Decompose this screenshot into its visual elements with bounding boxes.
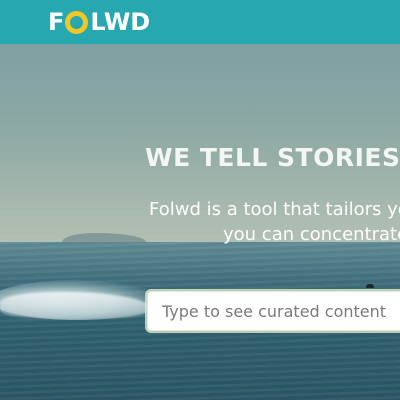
logo-letters-end: LWD	[90, 8, 151, 36]
surfer-silhouette	[366, 284, 374, 288]
hero-subtitle-line-1: Folwd is a tool that tailors yo	[149, 199, 400, 220]
search-input[interactable]	[147, 291, 400, 331]
top-navbar: F LWD	[0, 0, 400, 44]
folwd-logo[interactable]: F LWD	[48, 8, 150, 36]
hero-subtitle-line-2: you can concentrate	[223, 224, 400, 245]
hero-title: WE TELL STORIES S	[145, 143, 400, 172]
logo-letters-start: F	[48, 8, 65, 36]
landing-page: F LWD WE TELL STORIES S Folwd is a tool …	[0, 0, 400, 400]
logo-ring-icon	[65, 10, 89, 34]
